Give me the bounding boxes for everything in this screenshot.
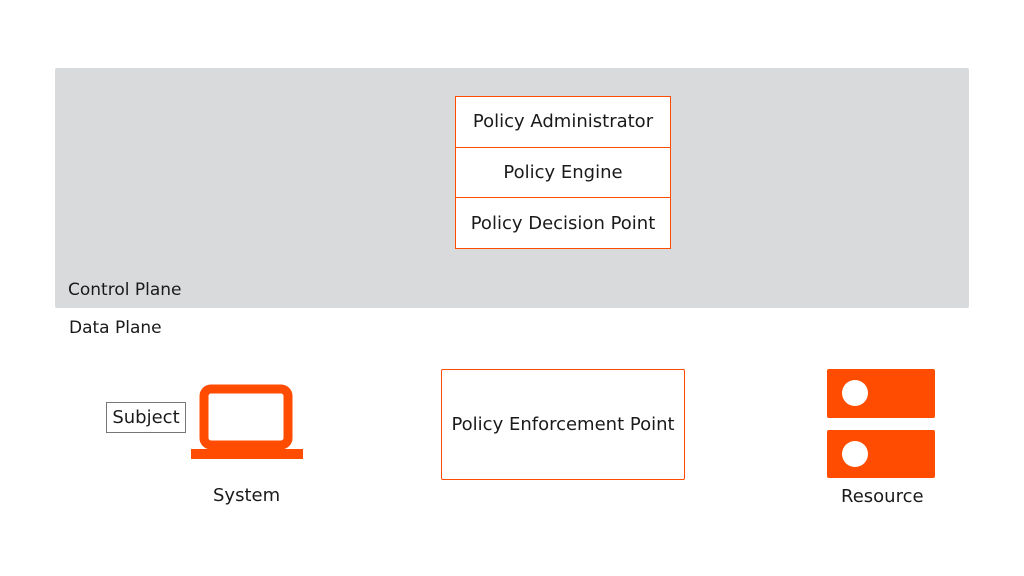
server-icon bbox=[827, 369, 935, 478]
policy-decision-point-box: Policy Decision Point bbox=[470, 212, 656, 234]
policy-decision-stack: Policy Administrator Policy Engine Polic… bbox=[455, 96, 671, 249]
subject-box: Subject bbox=[106, 402, 186, 433]
system-label: System bbox=[213, 485, 281, 506]
resource-label: Resource bbox=[841, 486, 924, 507]
control-plane-label: Control Plane bbox=[68, 280, 182, 300]
laptop-icon bbox=[191, 384, 303, 459]
policy-engine-box: Policy Engine bbox=[456, 148, 670, 199]
policy-enforcement-point-box: Policy Enforcement Point bbox=[441, 369, 685, 480]
data-plane-label: Data Plane bbox=[69, 318, 162, 338]
policy-administrator-box: Policy Administrator bbox=[456, 97, 670, 148]
